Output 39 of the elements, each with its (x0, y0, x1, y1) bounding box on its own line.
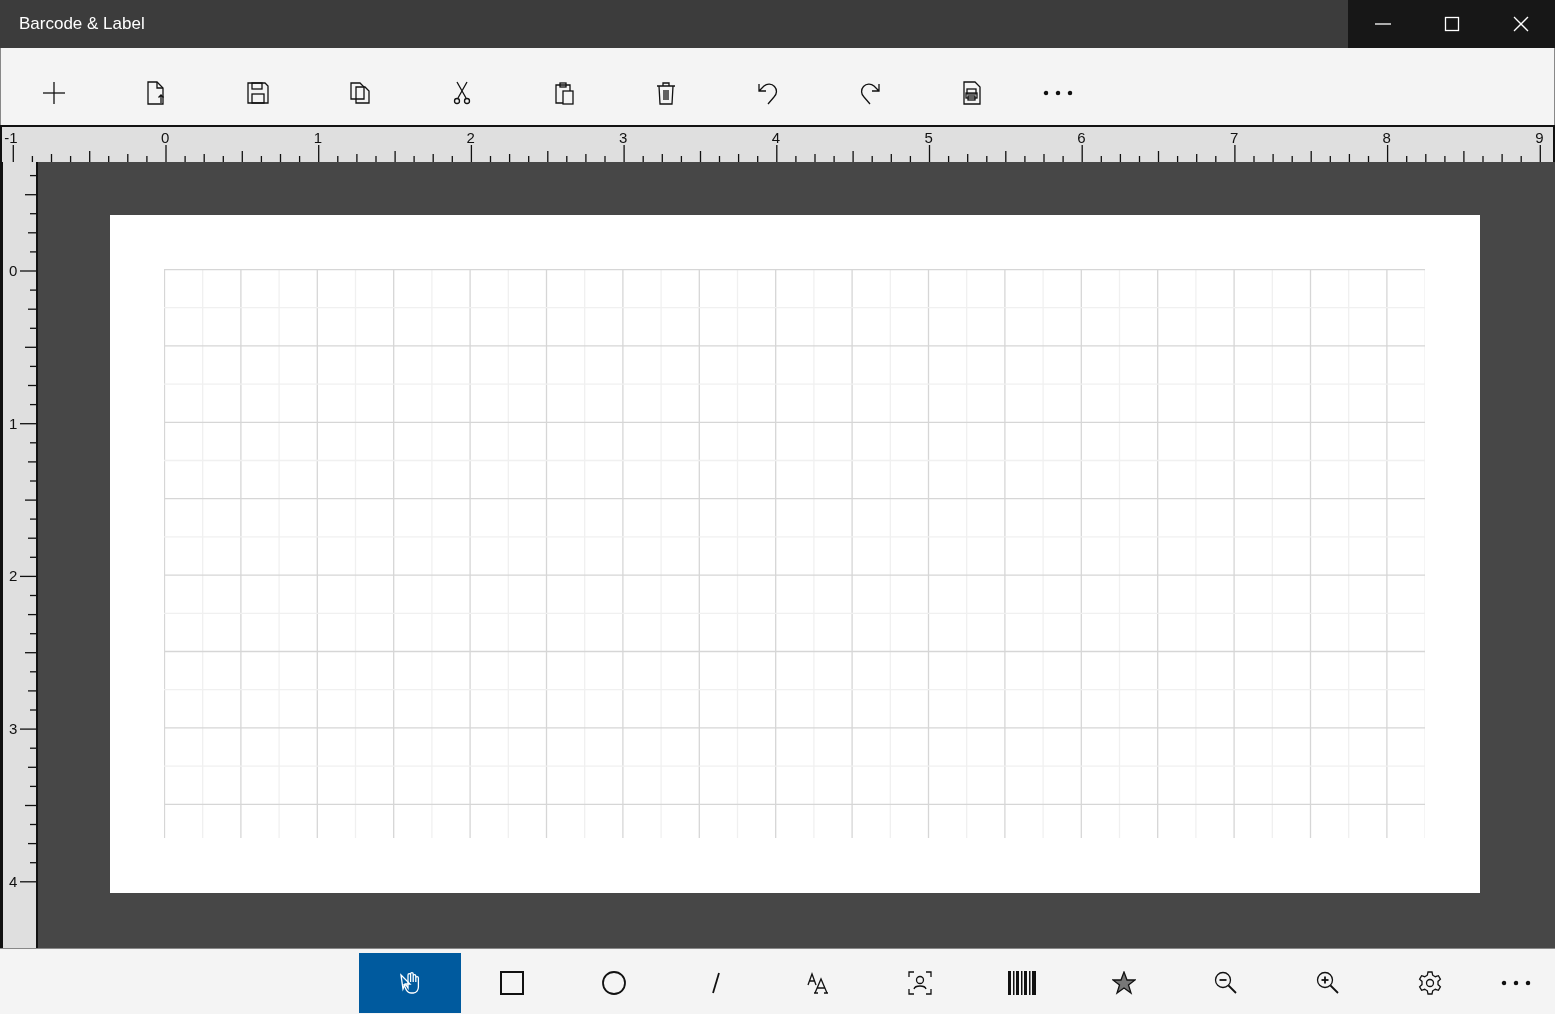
clipboard-icon (552, 81, 576, 105)
more-icon (1043, 90, 1073, 96)
copy-icon (348, 81, 372, 105)
ruler-label: 1 (313, 130, 323, 145)
document-printer-icon (960, 81, 984, 105)
ruler-label: 4 (771, 130, 781, 145)
barcode-icon (1008, 971, 1036, 995)
settings-icon (1418, 971, 1442, 995)
person-frame-icon (908, 971, 932, 995)
ruler-label: 3 (619, 130, 628, 145)
plus-icon (42, 81, 66, 105)
trash-icon (654, 81, 678, 105)
ruler-label: 5 (924, 130, 933, 145)
ruler-label: 0 (161, 130, 170, 145)
zoom-in-icon (1316, 971, 1340, 995)
ruler-label: 2 (9, 568, 18, 584)
text-size-icon (806, 971, 830, 995)
close-button[interactable] (1486, 0, 1555, 48)
more-icon (1501, 980, 1531, 986)
ruler-label: 0 (9, 263, 18, 278)
window-title: Barcode & Label (18, 14, 145, 33)
ruler-label: 9 (1535, 130, 1544, 145)
square-icon (500, 971, 524, 995)
circle-icon (602, 971, 626, 995)
redo-icon (858, 81, 882, 105)
ruler-label: 3 (9, 721, 18, 737)
maximize-icon (1442, 15, 1461, 33)
ruler-label: 2 (466, 130, 475, 145)
select-tool-button[interactable] (359, 953, 461, 1013)
ruler-label: -1 (4, 130, 18, 145)
hand-pointer-icon (398, 971, 422, 995)
close-icon (1511, 15, 1530, 33)
ruler-label: 8 (1382, 130, 1391, 145)
star-icon (1112, 971, 1136, 995)
undo-icon (756, 81, 780, 105)
minimize-icon (1374, 23, 1391, 25)
ruler-label: 6 (1077, 130, 1086, 145)
ruler-label: 7 (1229, 130, 1239, 145)
zoom-out-icon (1214, 971, 1238, 995)
